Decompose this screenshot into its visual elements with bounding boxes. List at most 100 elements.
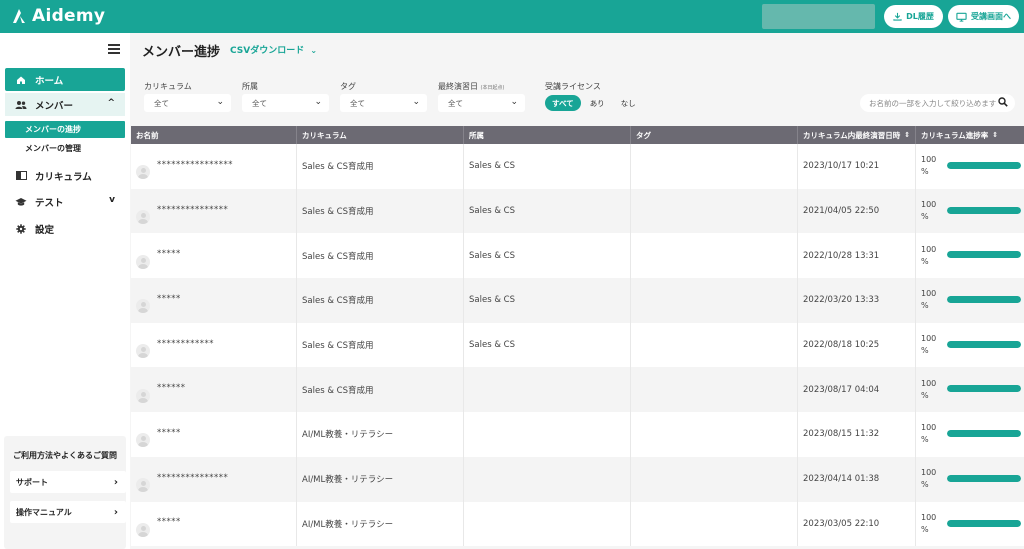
last-study-filter-select[interactable]: 全て ⌄ (438, 94, 525, 112)
column-header-progress[interactable]: カリキュラム進捗率 ⇕ (916, 126, 1024, 144)
progress-bar (947, 430, 1021, 438)
sort-icon[interactable]: ⇕ (992, 131, 998, 139)
csv-download-button[interactable]: CSVダウンロード ⌄ (230, 43, 317, 56)
cell-tag (631, 278, 798, 323)
cell-tag (631, 501, 798, 547)
dl-history-label: DL履歴 (906, 12, 934, 21)
progress-fill (947, 206, 1021, 214)
sidebar-item-label: 設定 (35, 224, 55, 236)
avatar-icon (136, 299, 150, 314)
table-row[interactable]: ***** Sales & CS育成用 Sales & CS 2022/10/2… (131, 233, 1024, 279)
cell-dept (464, 367, 631, 413)
support-link[interactable]: サポート › (10, 471, 126, 493)
table-row[interactable]: ***** AI/ML教養・リテラシー 2023/03/05 22:10 100… (131, 501, 1024, 547)
progress-percent: 100% (921, 288, 941, 312)
cell-progress: 100% (916, 323, 1024, 368)
progress-percent: 100% (921, 154, 941, 178)
tag-filter-select[interactable]: 全て ⌄ (340, 94, 427, 112)
avatar-icon (136, 165, 150, 180)
progress-fill (947, 519, 1021, 527)
cell-dept (464, 412, 631, 457)
table-row[interactable]: ****** Sales & CS育成用 2023/08/17 04:04 10… (131, 367, 1024, 413)
sidebar-item-settings[interactable]: 設定 (5, 217, 125, 240)
cell-tag (631, 144, 798, 189)
progress-percent: 100% (921, 512, 941, 536)
progress-fill (947, 251, 1021, 259)
cell-name: ***** (131, 278, 297, 323)
member-name: *************** (157, 204, 229, 215)
sidebar-item-curriculum[interactable]: カリキュラム (5, 164, 125, 187)
sort-icon[interactable]: ⇕ (904, 131, 910, 139)
license-option-all[interactable]: すべて (545, 95, 581, 111)
progress-bar (947, 519, 1021, 527)
last-study-value: 2022/10/28 13:31 (803, 250, 880, 261)
progress-bar (947, 340, 1021, 348)
sidebar-item-label: テスト (35, 197, 64, 209)
chevron-down-icon: ⌄ (314, 97, 322, 107)
progress-bar (947, 296, 1021, 304)
cell-curriculum: AI/ML教養・リテラシー (297, 456, 464, 502)
cell-name: *************** (131, 188, 297, 234)
sidebar-item-home[interactable]: ホーム (5, 68, 125, 91)
cell-dept (464, 456, 631, 502)
cell-curriculum: Sales & CS育成用 (297, 278, 464, 323)
column-header-last-study[interactable]: カリキュラム内最終演習日時 ⇕ (798, 126, 916, 144)
cell-progress: 100% (916, 189, 1024, 234)
table-row[interactable]: *************** Sales & CS育成用 Sales & CS… (131, 188, 1024, 234)
table-row[interactable]: ***** AI/ML教養・リテラシー 2023/08/15 11:32 100… (131, 412, 1024, 457)
avatar-icon (136, 522, 150, 537)
license-option-yes[interactable]: あり (583, 95, 612, 111)
progress-number: 100 (921, 334, 937, 344)
sidebar-subitem-member-manage[interactable]: メンバーの管理 (5, 140, 125, 157)
curriculum-value: Sales & CS育成用 (302, 207, 374, 218)
book-icon (15, 170, 27, 182)
column-header-label: カリキュラム内最終演習日時 (803, 130, 901, 140)
cell-last-study: 2023/04/14 01:38 (798, 456, 916, 502)
progress-percent: 100% (921, 467, 941, 491)
cell-progress: 100% (916, 412, 1024, 457)
table-row[interactable]: *************** AI/ML教養・リテラシー 2023/04/14… (131, 456, 1024, 502)
support-label: サポート (16, 477, 48, 487)
last-study-value: 2021/04/05 22:50 (803, 206, 880, 217)
brand-name: Aidemy (32, 6, 106, 26)
progress-fill (947, 430, 1021, 438)
help-title: ご利用方法やよくあるご質問 (13, 451, 117, 460)
brand-logo[interactable]: Aidemy (10, 5, 105, 27)
curriculum-filter-select[interactable]: 全て ⌄ (144, 94, 231, 112)
progress-fill (947, 385, 1021, 393)
sidebar-subitem-member-progress[interactable]: メンバーの進捗 (5, 121, 125, 138)
people-icon (15, 99, 27, 111)
progress-number: 100 (921, 512, 937, 522)
progress-percent: 100% (921, 422, 941, 446)
member-name: *************** (157, 472, 229, 483)
tag-filter-value: 全て (350, 98, 365, 108)
cell-progress: 100% (916, 367, 1024, 412)
column-header-dept: 所属 (464, 126, 631, 144)
table-row[interactable]: ************ Sales & CS育成用 Sales & CS 20… (131, 322, 1024, 368)
name-search-input[interactable]: お名前の一部を入力して絞り込めます (860, 94, 1015, 112)
curriculum-value: Sales & CS育成用 (302, 341, 374, 352)
license-option-no[interactable]: なし (614, 95, 643, 111)
progress-unit: % (921, 256, 929, 266)
table-row[interactable]: ***** Sales & CS育成用 Sales & CS 2022/03/2… (131, 278, 1024, 323)
manual-link[interactable]: 操作マニュアル › (10, 501, 126, 523)
student-view-button[interactable]: 受講画面へ (948, 5, 1019, 28)
cell-tag (631, 188, 798, 234)
dept-filter-select[interactable]: 全て ⌄ (242, 94, 329, 112)
curriculum-filter-value: 全て (154, 98, 169, 108)
progress-fill (947, 296, 1021, 304)
menu-toggle-icon[interactable] (108, 44, 120, 54)
dept-filter-label: 所属 (242, 82, 258, 91)
progress-number: 100 (921, 378, 937, 388)
progress-unit: % (921, 212, 929, 222)
sidebar-item-test[interactable]: テスト v (5, 190, 125, 213)
cell-progress: 100% (916, 233, 1024, 278)
sidebar-item-member[interactable]: メンバー ^ (5, 93, 125, 116)
cell-dept: Sales & CS (464, 278, 631, 323)
progress-bar (947, 474, 1021, 482)
cell-progress: 100% (916, 144, 1024, 189)
search-icon[interactable] (998, 97, 1008, 107)
search-placeholder: お名前の一部を入力して絞り込めます (869, 98, 997, 108)
table-row[interactable]: **************** Sales & CS育成用 Sales & C… (131, 144, 1024, 189)
dl-history-button[interactable]: DL履歴 (884, 5, 943, 28)
